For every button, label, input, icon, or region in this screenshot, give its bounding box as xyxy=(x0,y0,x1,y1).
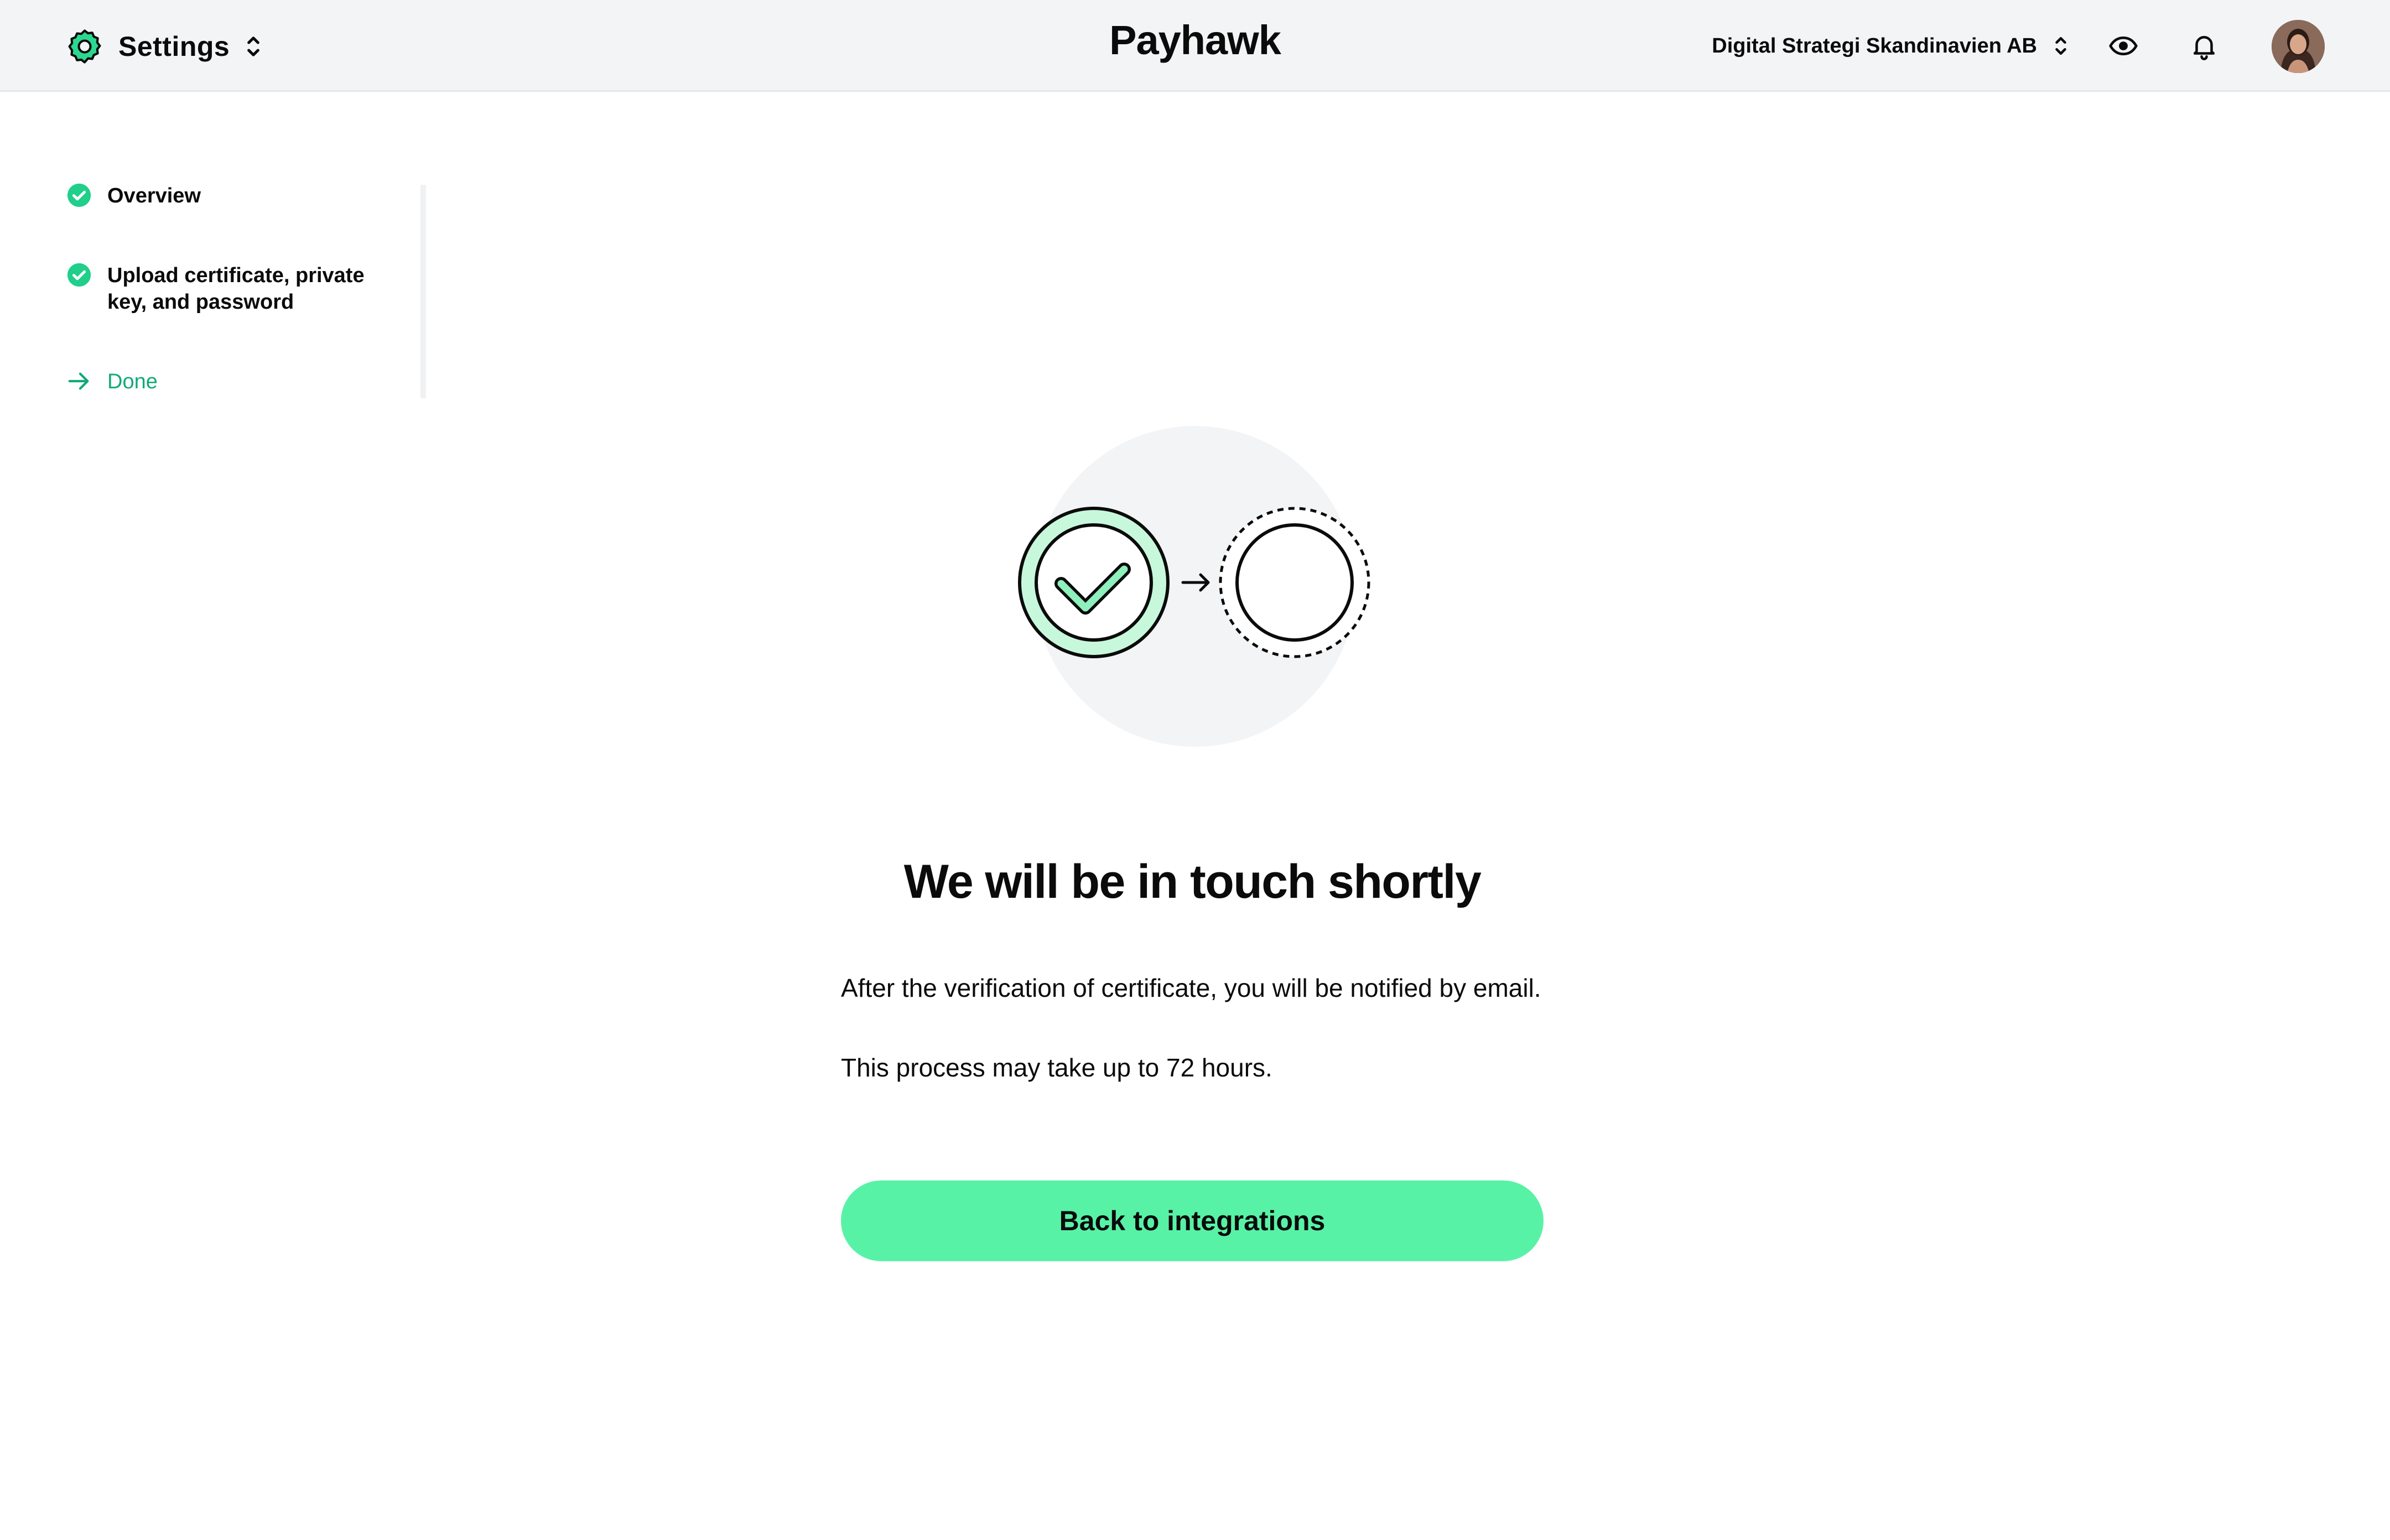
step-label: Upload certificate, private key, and pas… xyxy=(107,264,365,314)
company-switcher[interactable]: Digital Strategi Skandinavien AB xyxy=(1712,28,2069,64)
stepper: Overview Upload certificate, private key… xyxy=(66,183,409,395)
updown-chevron-icon xyxy=(2055,37,2066,55)
success-illustration xyxy=(1018,426,1370,747)
check-badge-icon xyxy=(1018,507,1170,658)
gear-icon xyxy=(68,29,101,64)
arrow-right-icon xyxy=(68,372,89,390)
check-circle-icon xyxy=(67,183,91,207)
step-done[interactable]: Done xyxy=(66,368,409,395)
view-toggle-button[interactable] xyxy=(2104,27,2143,65)
brand-name[interactable]: Payhawk xyxy=(1109,17,1281,63)
description-paragraph: This process may take up to 72 hours. xyxy=(841,1053,1272,1082)
stepper-divider xyxy=(420,185,426,398)
description-paragraph: After the verification of certificate, y… xyxy=(841,974,1541,1002)
step-overview[interactable]: Overview xyxy=(66,183,409,209)
bell-icon xyxy=(2193,36,2215,60)
page-title: We will be in touch shortly xyxy=(903,855,1482,908)
section-label: Settings xyxy=(118,31,230,62)
top-bar: Settings Payhawk Digital Strategi Skandi… xyxy=(0,0,2390,92)
step-upload-certificate[interactable]: Upload certificate, private key, and pas… xyxy=(66,262,409,315)
back-to-integrations-button[interactable]: Back to integrations xyxy=(841,1180,1544,1261)
section-switcher[interactable]: Settings xyxy=(65,24,263,69)
notifications-button[interactable] xyxy=(2185,27,2223,65)
pending-circle-icon xyxy=(1219,507,1370,658)
updown-chevron-icon xyxy=(247,37,260,56)
description: After the verification of certificate, y… xyxy=(841,968,1544,1127)
eye-icon xyxy=(2109,36,2138,56)
avatar[interactable] xyxy=(2272,20,2325,73)
check-circle-icon xyxy=(67,263,91,287)
user-photo-icon xyxy=(2272,20,2325,73)
company-name: Digital Strategi Skandinavien AB xyxy=(1712,34,2037,58)
step-label: Done xyxy=(107,370,158,393)
step-label: Overview xyxy=(107,184,201,207)
